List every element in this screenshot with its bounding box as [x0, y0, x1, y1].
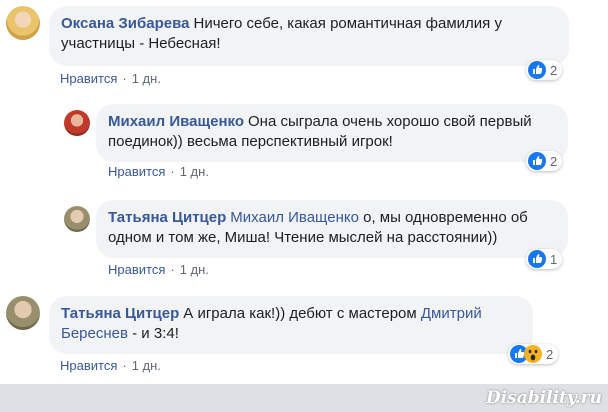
- like-link[interactable]: Нравится: [60, 358, 117, 373]
- like-link[interactable]: Нравится: [60, 71, 117, 86]
- comment-text: - и 3:4!: [132, 325, 179, 342]
- separator-dot: ·: [170, 164, 175, 179]
- watermark: Disability.ru: [485, 388, 602, 408]
- reaction-count: 1: [550, 251, 558, 267]
- avatar[interactable]: [64, 206, 90, 232]
- reaction-badge[interactable]: 2: [508, 344, 559, 364]
- wow-icon: [524, 345, 542, 363]
- comment-author[interactable]: Михаил Иващенко: [108, 113, 244, 130]
- like-icon: [528, 250, 546, 268]
- comment-mention[interactable]: Михаил Иващенко: [230, 209, 359, 226]
- comment-text: А играла как!)) дебют с мастером: [183, 305, 417, 322]
- avatar[interactable]: [6, 296, 40, 330]
- comment-time[interactable]: 1 дн.: [180, 164, 209, 179]
- separator-dot: ·: [122, 71, 127, 86]
- like-icon: [528, 61, 546, 79]
- like-icon: [528, 152, 546, 170]
- like-link[interactable]: Нравится: [108, 164, 165, 179]
- reaction-badge[interactable]: 2: [526, 151, 563, 171]
- comment-bubble: Оксана Зибарева Ничего себе, какая романт…: [49, 6, 569, 66]
- comment-meta: Нравится · 1 дн.: [108, 164, 209, 179]
- comment-author[interactable]: Оксана Зибарева: [61, 15, 190, 32]
- avatar[interactable]: [6, 6, 40, 40]
- comment-time[interactable]: 1 дн.: [180, 262, 209, 277]
- avatar[interactable]: [64, 110, 90, 136]
- comment-author[interactable]: Татьяна Цитцер: [108, 209, 226, 226]
- comment-bubble: Татьяна Цитцер А играла как!)) дебют с ма…: [49, 296, 533, 354]
- comment-bubble: Татьяна Цитцер Михаил Иващенко о, мы одно…: [96, 200, 568, 258]
- comment-meta: Нравится · 1 дн.: [108, 262, 209, 277]
- reaction-count: 2: [550, 153, 558, 169]
- separator-dot: ·: [122, 358, 127, 373]
- comment-time[interactable]: 1 дн.: [132, 358, 161, 373]
- reaction-count: 2: [546, 346, 554, 362]
- reaction-badge[interactable]: 1: [526, 249, 563, 269]
- reaction-badge[interactable]: 2: [526, 60, 563, 80]
- comment-bubble: Михаил Иващенко Она сыграла очень хорошо …: [96, 104, 568, 162]
- like-link[interactable]: Нравится: [108, 262, 165, 277]
- comment-time[interactable]: 1 дн.: [132, 71, 161, 86]
- comment-meta: Нравится · 1 дн.: [60, 358, 161, 373]
- comment-meta: Нравится · 1 дн.: [60, 71, 161, 86]
- comment-author[interactable]: Татьяна Цитцер: [61, 305, 179, 322]
- separator-dot: ·: [170, 262, 175, 277]
- reaction-count: 2: [550, 62, 558, 78]
